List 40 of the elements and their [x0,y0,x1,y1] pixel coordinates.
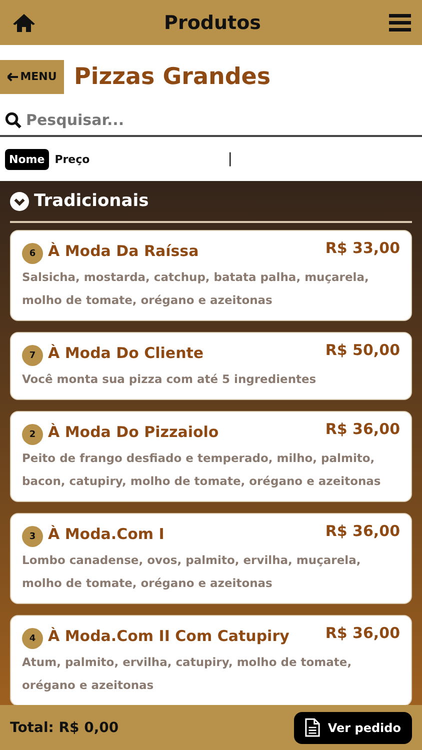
number-badge: 3 [22,526,43,547]
product-price: R$ 33,00 [325,239,400,257]
product-name: À Moda Do Pizzaiolo [48,423,220,441]
product-description: Atum, palmito, ervilha, catupiry, molho de tomate, orégano e azeitonas [22,654,353,694]
product-card[interactable]: 3 À Moda.Com I R$ 36,00 Lombo canadense, ovos, palmito, ervilha, muçarela, molho de tomate, orégano e azeitonas [10,513,412,604]
product-description: Você monta sua pizza com até 5 ingredientes [22,371,318,388]
product-description: Salsicha, mostarda, catchup, batata palha, muçarela, molho de tomate, orégano e azeitonas [22,269,370,309]
back-button[interactable]: MENU [0,60,64,94]
product-name: À Moda Da Raíssa [48,242,200,260]
chevron-down-icon[interactable] [10,192,29,210]
menu-icon[interactable] [388,14,411,32]
sort-tab[interactable]: Nome [5,148,49,170]
product-name: À Moda.Com II Com Catupiry [48,627,290,645]
arrow-left-icon [7,72,18,82]
number-badge: 6 [22,243,43,264]
product-name: À Moda.Com I [48,525,166,543]
product-card[interactable]: 4 À Moda.Com II Com Catupiry R$ 36,00 Atum, palmito, ervilha, catupiry, molho de tomate, orégano e azeitonas [10,615,412,705]
product-name: À Moda Do Cliente [48,344,205,362]
category-title[interactable]: Tradicionais [34,191,149,211]
view-order-button[interactable]: Ver pedido [294,712,412,744]
number-badge: 2 [22,424,43,445]
sort-tab[interactable]: Preço [50,148,94,170]
product-price: R$ 36,00 [325,420,400,438]
number-badge: 7 [22,345,43,366]
product-card[interactable]: 6 À Moda Da Raíssa R$ 33,00 Salsicha, mostarda, catchup, batata palha, muçarela, molho de tomate, orégano e azeitonas [10,230,412,321]
home-icon[interactable] [12,12,36,32]
product-description: Peito de frango desfiado e temperado, milho, palmito, bacon, catupiry, molho de tomate, orégano e azeitonas [22,450,382,490]
product-price: R$ 50,00 [325,341,400,359]
product-price: R$ 36,00 [325,624,400,642]
page-title: Pizzas Grandes [74,64,271,90]
search-icon [5,112,22,128]
product-description: Lombo canadense, ovos, palmito, ervilha, muçarela, molho de tomate, orégano e azeitonas [22,552,362,592]
product-card[interactable]: 2 À Moda Do Pizzaiolo R$ 36,00 Peito de frango desfiado e temperado, milho, palmito, bacon, catupiry, molho de tomate, orégano e azeitonas [10,411,412,502]
order-total: Total: R$ 0,00 [10,720,119,736]
product-card[interactable]: 7 À Moda Do Cliente R$ 50,00 Você monta sua pizza com até 5 ingredientes [10,332,412,400]
screen-title: Produtos [164,12,261,34]
product-price: R$ 36,00 [325,522,400,540]
separator-mark: | [228,151,232,167]
number-badge: 4 [22,628,43,649]
document-icon [304,718,320,737]
